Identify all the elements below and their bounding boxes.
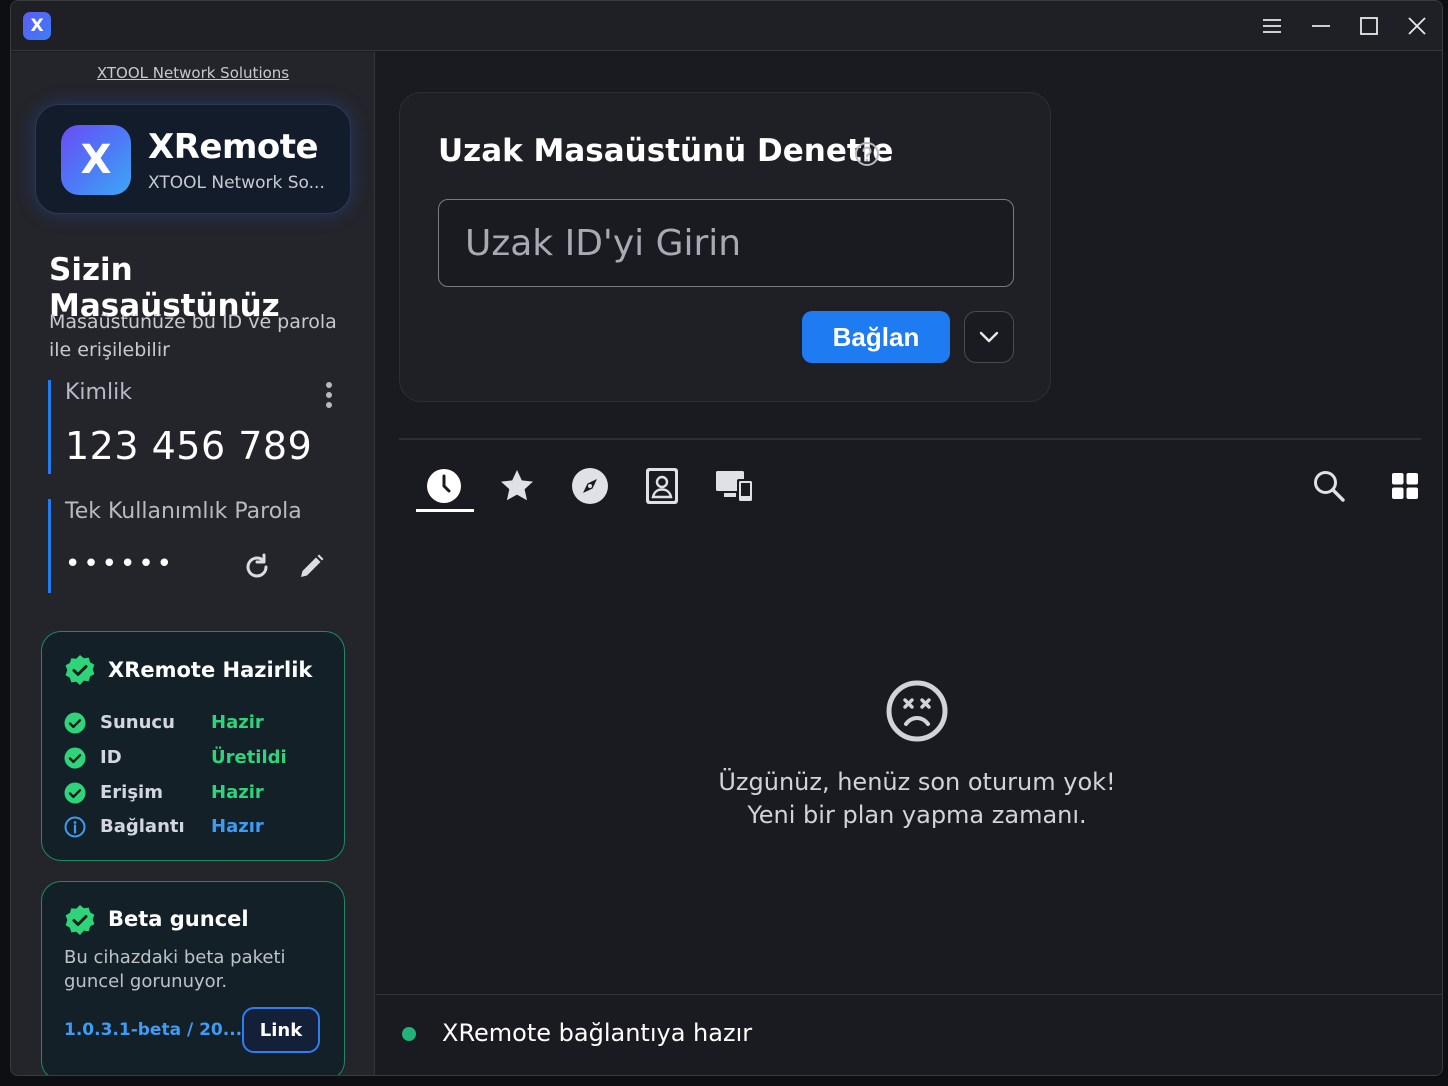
main-panel: Uzak Masaüstünü Denetle Bağlan <box>376 52 1442 1075</box>
minimize-icon[interactable] <box>1306 11 1336 41</box>
readiness-row-connection: Bağlantı Hazır <box>64 814 334 842</box>
status-indicator-dot <box>402 1027 416 1041</box>
empty-state-line2: Yeni bir plan yapma zamanı. <box>747 801 1087 829</box>
tab-recent[interactable] <box>416 460 474 512</box>
check-circle-icon <box>64 747 86 769</box>
tab-discover[interactable] <box>562 460 618 512</box>
divider <box>399 438 1421 440</box>
check-circle-icon <box>64 712 86 734</box>
clock-icon <box>427 469 461 503</box>
beta-version: 1.0.3.1-beta / 20... <box>64 1020 243 1040</box>
refresh-icon[interactable] <box>239 549 275 585</box>
readiness-row-access: Erişim Hazir <box>64 780 334 808</box>
password-label: Tek Kullanımlık Parola <box>65 499 302 524</box>
search-button[interactable] <box>1301 460 1357 512</box>
grid-view-icon <box>1392 473 1418 499</box>
app-logo-icon: X <box>23 12 51 40</box>
verified-badge-icon <box>65 655 95 685</box>
your-desktop-description: Masaüstünüze bu ID ve parola ile erişile… <box>49 311 337 361</box>
tab-favorites[interactable] <box>489 460 545 512</box>
connect-button[interactable]: Bağlan <box>802 311 950 363</box>
beta-card: Beta guncel Bu cihazdaki beta paketi gun… <box>41 881 345 1075</box>
star-icon <box>501 470 533 501</box>
status-bar: XRemote bağlantıya hazır <box>376 994 1442 1075</box>
verified-badge-icon <box>65 905 95 935</box>
status-value: Hazır <box>211 816 264 837</box>
readiness-card: XRemote Hazirlik Sunucu Hazir ID Üretild… <box>41 631 345 861</box>
brand-subtitle: XTOOL Network So... <box>148 173 325 193</box>
compass-icon <box>572 468 608 504</box>
maximize-icon[interactable] <box>1354 11 1384 41</box>
connect-options-dropdown[interactable] <box>964 311 1014 363</box>
title-bar: X <box>11 1 1442 51</box>
status-value: Üretildi <box>211 747 287 768</box>
beta-title: Beta guncel <box>108 907 249 931</box>
edit-pencil-icon[interactable] <box>293 549 329 585</box>
check-circle-icon <box>64 782 86 804</box>
control-title: Uzak Masaüstünü Denetle <box>438 133 894 169</box>
info-circle-icon <box>64 816 86 838</box>
readiness-title: XRemote Hazirlik <box>108 658 313 682</box>
readiness-row-id: ID Üretildi <box>64 745 334 773</box>
remote-id-input[interactable] <box>438 199 1014 287</box>
contact-card-icon <box>646 468 678 504</box>
readiness-row-server: Sunucu Hazir <box>64 710 334 738</box>
close-icon[interactable] <box>1402 11 1432 41</box>
remote-control-card: Uzak Masaüstünü Denetle Bağlan <box>399 92 1051 402</box>
view-toggle-button[interactable] <box>1377 460 1433 512</box>
id-field: Kimlik 123 456 789 <box>48 380 338 474</box>
empty-state-line1: Üzgünüz, henüz son oturum yok! <box>718 768 1116 796</box>
status-value: Hazir <box>211 712 264 733</box>
menu-icon[interactable] <box>1257 11 1287 41</box>
status-name: ID <box>100 747 122 768</box>
brand-name: XRemote <box>148 127 319 167</box>
devices-icon <box>716 471 753 502</box>
tab-address-book[interactable] <box>634 460 690 512</box>
password-field: Tek Kullanımlık Parola •••••• <box>48 499 338 593</box>
help-icon[interactable] <box>854 141 880 167</box>
search-icon <box>1314 471 1345 502</box>
link-button[interactable]: Link <box>242 1007 320 1053</box>
status-name: Bağlantı <box>100 816 185 837</box>
xremote-logo-icon: X <box>61 125 131 195</box>
password-value: •••••• <box>65 549 176 579</box>
app-window: X XTOOL Network Solutions X XRemote XTOO… <box>10 0 1443 1076</box>
status-name: Erişim <box>100 782 163 803</box>
sidebar: XTOOL Network Solutions X XRemote XTOOL … <box>11 52 375 1075</box>
brand-card: X XRemote XTOOL Network So... <box>35 104 351 214</box>
status-text: XRemote bağlantıya hazır <box>442 1019 753 1047</box>
tab-devices[interactable] <box>707 460 763 512</box>
more-options-icon[interactable] <box>320 380 338 410</box>
id-label: Kimlik <box>65 380 132 405</box>
id-value: 123 456 789 <box>65 424 313 468</box>
beta-description: Bu cihazdaki beta paketi guncel gorunuyo… <box>64 947 286 992</box>
company-link[interactable]: XTOOL Network Solutions <box>11 64 375 82</box>
status-value: Hazir <box>211 782 264 803</box>
sad-face-icon <box>886 680 948 742</box>
chevron-down-icon <box>979 331 999 343</box>
status-name: Sunucu <box>100 712 175 733</box>
